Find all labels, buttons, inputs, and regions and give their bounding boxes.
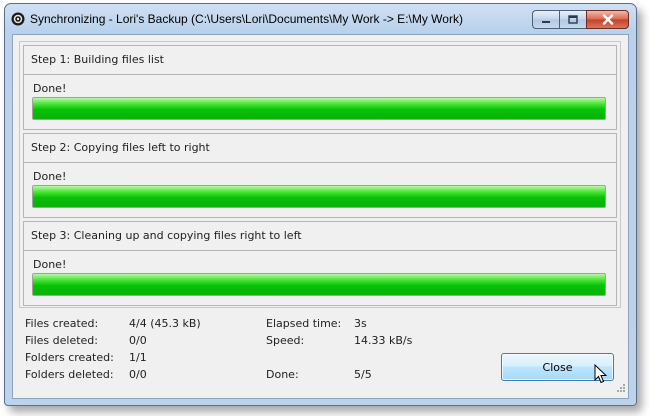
folders-deleted-value: 0/0 bbox=[129, 368, 147, 381]
client-area: Step 1: Building files list Done! Step 2… bbox=[12, 34, 629, 399]
files-created-value: 4/4 (45.3 kB) bbox=[129, 317, 201, 330]
files-created-label: Files created: bbox=[25, 317, 99, 330]
elapsed-time-value: 3s bbox=[354, 317, 367, 330]
progress-fill bbox=[33, 274, 605, 295]
sync-progress-window: Synchronizing - Lori's Backup (C:\Users\… bbox=[4, 3, 637, 406]
maximize-icon bbox=[568, 15, 578, 24]
files-deleted-value: 0/0 bbox=[129, 334, 147, 347]
progress-fill bbox=[33, 98, 605, 119]
step-status: Done! bbox=[33, 82, 67, 95]
step-panel: Step 1: Building files list Done! bbox=[23, 45, 617, 130]
progress-bar bbox=[32, 97, 606, 120]
elapsed-time-label: Elapsed time: bbox=[266, 317, 342, 330]
divider bbox=[24, 162, 616, 163]
step-title: Step 3: Cleaning up and copying files ri… bbox=[31, 229, 302, 242]
step-panel: Step 2: Copying files left to right Done… bbox=[23, 133, 617, 218]
progress-bar bbox=[32, 185, 606, 208]
speed-value: 14.33 kB/s bbox=[354, 334, 413, 347]
step-title: Step 2: Copying files left to right bbox=[31, 141, 210, 154]
maximize-button[interactable] bbox=[559, 10, 586, 29]
divider bbox=[24, 74, 616, 75]
progress-fill bbox=[33, 186, 605, 207]
done-value: 5/5 bbox=[354, 368, 372, 381]
resize-grip-icon[interactable] bbox=[616, 383, 626, 396]
step-title: Step 1: Building files list bbox=[31, 53, 164, 66]
mouse-pointer-icon bbox=[594, 363, 608, 387]
done-label: Done: bbox=[266, 368, 299, 381]
step-status: Done! bbox=[33, 258, 67, 271]
window-title: Synchronizing - Lori's Backup (C:\Users\… bbox=[30, 12, 463, 26]
files-deleted-label: Files deleted: bbox=[25, 334, 98, 347]
folders-created-label: Folders created: bbox=[25, 351, 114, 364]
title-bar[interactable]: Synchronizing - Lori's Backup (C:\Users\… bbox=[5, 4, 636, 33]
minimize-icon bbox=[542, 20, 550, 23]
minimize-button[interactable] bbox=[532, 10, 559, 29]
speed-label: Speed: bbox=[266, 334, 305, 347]
progress-bar bbox=[32, 273, 606, 296]
window-close-button[interactable] bbox=[586, 10, 629, 29]
step-panel: Step 3: Cleaning up and copying files ri… bbox=[23, 221, 617, 306]
sync-app-icon[interactable] bbox=[11, 12, 25, 26]
divider bbox=[24, 250, 616, 251]
steps-group: Step 1: Building files list Done! Step 2… bbox=[19, 41, 621, 308]
folders-created-value: 1/1 bbox=[129, 351, 147, 364]
close-icon bbox=[602, 14, 613, 25]
caption-buttons bbox=[532, 10, 629, 29]
step-status: Done! bbox=[33, 170, 67, 183]
folders-deleted-label: Folders deleted: bbox=[25, 368, 114, 381]
